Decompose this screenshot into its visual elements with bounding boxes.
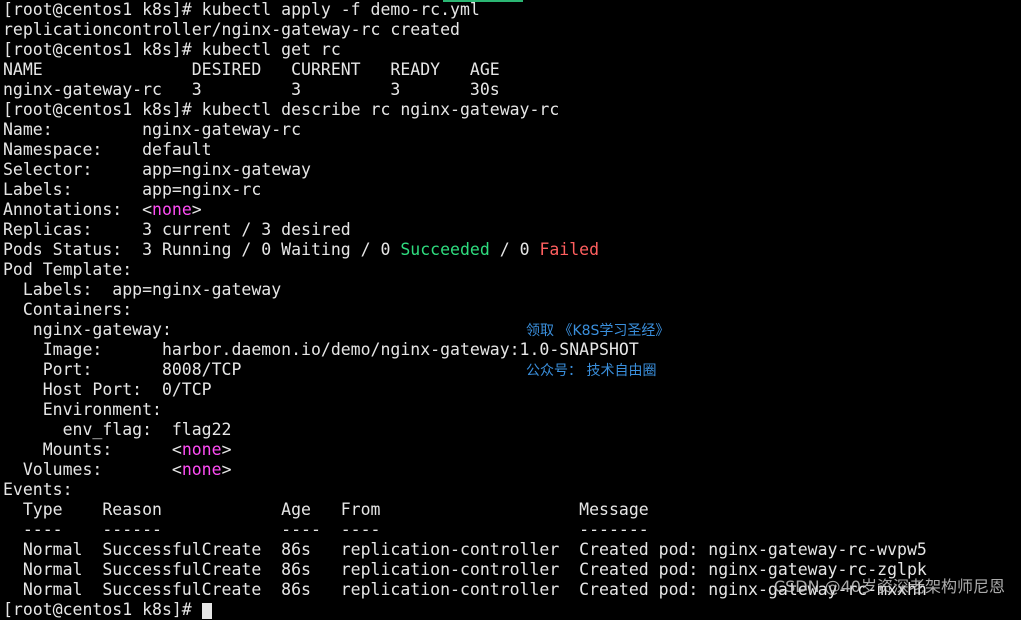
terminal-text: nginx-gateway-rc 3 3 3 30s [3,80,500,99]
terminal-text: Failed [539,240,600,259]
terminal-line: Events: [3,480,1019,500]
terminal-line: Normal SuccessfulCreate 86s replication-… [3,540,1019,560]
terminal-text: none [181,460,222,479]
terminal-text: none [181,440,222,459]
terminal-text: Image: harbor.daemon.io/demo/nginx-gatew… [3,340,639,359]
terminal-line: Mounts: <none> [3,440,1019,460]
terminal-line: replicationcontroller/nginx-gateway-rc c… [3,20,1019,40]
terminal-text: Replicas: 3 current / 3 desired [3,220,351,239]
terminal-line: Containers: [3,300,1019,320]
terminal-line: nginx-gateway-rc 3 3 3 30s [3,80,1019,100]
terminal-text: Succeeded [400,240,490,259]
terminal-text: none [152,200,192,219]
terminal-text: / 0 [489,240,540,259]
terminal-line: Environment: [3,400,1019,420]
terminal-text: Containers: [3,300,133,319]
terminal-text: Namespace: default [3,140,212,159]
terminal-line: ---- ------ ---- ---- ------- [3,520,1019,540]
terminal-text: replicationcontroller/nginx-gateway-rc c… [3,20,460,39]
terminal-text: Labels: app=nginx-rc [3,180,262,199]
terminal-line: [root@centos1 k8s]# [3,600,1019,620]
terminal-text: > [221,460,232,479]
terminal-line: Selector: app=nginx-gateway [3,160,1019,180]
terminal-text: nginx-gateway: [3,320,172,339]
terminal-output[interactable]: [root@centos1 k8s]# kubectl apply -f dem… [3,0,1019,619]
terminal-line: nginx-gateway: [3,320,1019,340]
terminal-text: Environment: [3,400,162,419]
watermark-public-account: 公众号： 技术自由圈 [526,363,657,379]
terminal-line: Host Port: 0/TCP [3,380,1019,400]
terminal-text: Labels: app=nginx-gateway [3,280,282,299]
terminal-line: Type Reason Age From Message [3,500,1019,520]
terminal-line: [root@centos1 k8s]# kubectl apply -f dem… [3,0,1019,20]
terminal-line: Replicas: 3 current / 3 desired [3,220,1019,240]
terminal-text: > [191,200,202,219]
terminal-line: [root@centos1 k8s]# kubectl describe rc … [3,100,1019,120]
terminal-line: Name: nginx-gateway-rc [3,120,1019,140]
terminal-line: Pod Template: [3,260,1019,280]
terminal-line: env_flag: flag22 [3,420,1019,440]
terminal-line: Volumes: <none> [3,460,1019,480]
terminal-text: [root@centos1 k8s]# kubectl apply -f dem… [3,0,480,19]
terminal-text: NAME DESIRED CURRENT READY AGE [3,60,500,79]
terminal-text: Name: nginx-gateway-rc [3,120,302,139]
terminal-text: Normal SuccessfulCreate 86s replication-… [3,540,927,559]
terminal-text: Events: [3,480,73,499]
terminal-text: ---- ------ ---- ---- ------- [3,520,649,539]
terminal-line: Annotations: <none> [3,200,1019,220]
terminal-text: Selector: app=nginx-gateway [3,160,311,179]
terminal-text: Port: 8008/TCP [3,360,242,379]
terminal-line: Pods Status: 3 Running / 0 Waiting / 0 S… [3,240,1019,260]
terminal-text: [root@centos1 k8s]# kubectl get rc [3,40,341,59]
watermark-k8s-book: 领取 《K8S学习圣经》 [526,323,670,339]
terminal-line: Labels: app=nginx-gateway [3,280,1019,300]
terminal-line: Port: 8008/TCP [3,360,1019,380]
terminal-text: [root@centos1 k8s]# [3,600,202,619]
terminal-text: Mounts: < [3,440,182,459]
terminal-line: NAME DESIRED CURRENT READY AGE [3,60,1019,80]
terminal-line: Labels: app=nginx-rc [3,180,1019,200]
terminal-text: Pods Status: 3 Running / 0 Waiting / 0 [3,240,401,259]
terminal-text: > [221,440,232,459]
terminal-text: env_flag: flag22 [3,420,232,439]
terminal-text: Annotations: < [3,200,153,219]
terminal-text: Pod Template: [3,260,133,279]
terminal-line: [root@centos1 k8s]# kubectl get rc [3,40,1019,60]
terminal-line: Namespace: default [3,140,1019,160]
terminal-text: Type Reason Age From Message [3,500,649,519]
terminal-text: Host Port: 0/TCP [3,380,212,399]
terminal-line: Image: harbor.daemon.io/demo/nginx-gatew… [3,340,1019,360]
terminal-text: Volumes: < [3,460,182,479]
terminal-text: [root@centos1 k8s]# kubectl describe rc … [3,100,560,119]
csdn-watermark: CSDN @40岁资深老架构师尼恩 [773,577,1005,596]
